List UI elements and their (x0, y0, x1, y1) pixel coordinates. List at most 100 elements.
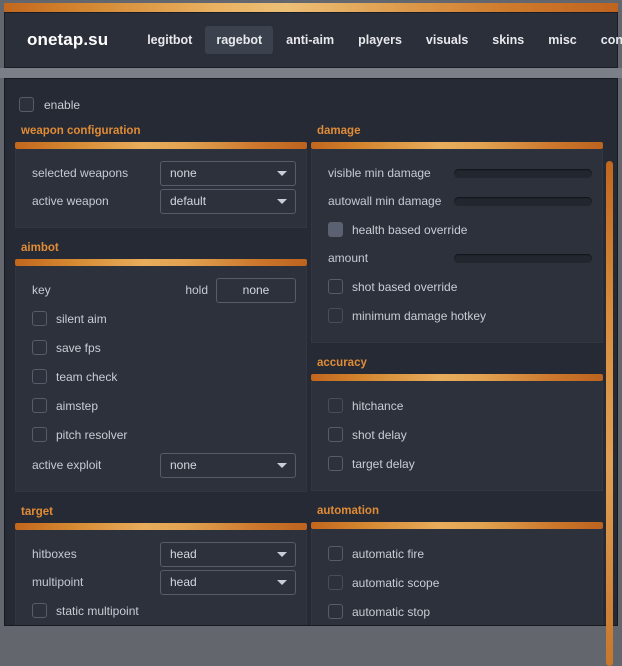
visible-min-damage-slider[interactable] (454, 168, 592, 178)
chevron-down-icon (277, 198, 287, 204)
shot-delay-checkbox[interactable] (328, 427, 343, 442)
row-aimbot-key: key hold none (26, 276, 296, 304)
active-exploit-dropdown[interactable]: none (160, 452, 296, 478)
aimbot-key-label: key (32, 283, 51, 297)
row-automatic-stop[interactable]: automatic stop (322, 597, 592, 625)
section-accent-bar (311, 522, 603, 529)
tab-ragebot[interactable]: ragebot (205, 26, 274, 54)
selected-weapons-dropdown[interactable]: none (160, 160, 296, 186)
section-accent-bar (15, 523, 307, 530)
pitch-resolver-checkbox[interactable] (32, 427, 47, 442)
row-silent-aim[interactable]: silent aim (26, 304, 296, 333)
section-weapon-configuration: weapon configuration selected weapons no… (15, 125, 307, 228)
section-target: target hitboxes head multipoint head sta… (15, 506, 307, 625)
section-title-accuracy: accuracy (317, 357, 367, 369)
row-active-exploit: active exploit none (26, 451, 296, 479)
section-body-weapon-configuration: selected weapons none active weapon defa… (15, 149, 307, 228)
row-shot-based-override[interactable]: shot based override (322, 272, 592, 301)
static-multipoint-checkbox[interactable] (32, 603, 47, 618)
scrollbar-thumb[interactable] (606, 161, 613, 666)
minimum-damage-hotkey-checkbox[interactable] (328, 308, 343, 323)
shot-delay-label: shot delay (352, 427, 407, 442)
selected-weapons-value: none (170, 166, 197, 180)
minimum-damage-hotkey-label: minimum damage hotkey (352, 308, 487, 323)
automatic-fire-checkbox[interactable] (328, 546, 343, 561)
autowall-min-damage-slider[interactable] (454, 196, 592, 206)
tab-misc[interactable]: misc (537, 26, 588, 54)
section-automation: automation automatic fire automatic scop… (311, 505, 603, 625)
active-weapon-label: active weapon (32, 194, 109, 208)
autowall-min-damage-label: autowall min damage (328, 194, 442, 208)
row-team-check[interactable]: team check (26, 362, 296, 391)
aimbot-key-bind-button[interactable]: none (216, 277, 296, 303)
onetap-cheat-window: onetap.su legitbot ragebot anti-aim play… (0, 0, 622, 666)
section-accuracy: accuracy hitchance shot delay target del… (311, 357, 603, 491)
section-accent-bar (311, 142, 603, 149)
health-based-override-label: health based override (352, 222, 468, 237)
row-health-based-override[interactable]: health based override (322, 215, 592, 244)
top-accent-bar (4, 3, 618, 12)
amount-label: amount (328, 251, 369, 265)
team-check-checkbox[interactable] (32, 369, 47, 384)
pitch-resolver-label: pitch resolver (56, 427, 128, 442)
hitboxes-value: head (170, 547, 197, 561)
save-fps-checkbox[interactable] (32, 340, 47, 355)
hitboxes-dropdown[interactable]: head (160, 541, 296, 567)
row-static-multipoint[interactable]: static multipoint (26, 596, 296, 625)
row-target-delay[interactable]: target delay (322, 449, 592, 478)
automatic-scope-label: automatic scope (352, 575, 440, 590)
target-delay-checkbox[interactable] (328, 456, 343, 471)
team-check-label: team check (56, 369, 118, 384)
target-delay-label: target delay (352, 456, 415, 471)
aimbot-key-mode-label[interactable]: hold (185, 283, 208, 297)
hitchance-checkbox[interactable] (328, 398, 343, 413)
tab-skins[interactable]: skins (481, 26, 535, 54)
row-shot-delay[interactable]: shot delay (322, 420, 592, 449)
automatic-stop-checkbox[interactable] (328, 604, 343, 619)
active-weapon-value: default (170, 194, 207, 208)
silent-aim-checkbox[interactable] (32, 311, 47, 326)
settings-columns: weapon configuration selected weapons no… (5, 79, 617, 625)
chevron-down-icon (277, 170, 287, 176)
save-fps-label: save fps (56, 340, 101, 355)
chevron-down-icon (277, 579, 287, 585)
aimstep-checkbox[interactable] (32, 398, 47, 413)
shot-based-override-checkbox[interactable] (328, 279, 343, 294)
automatic-scope-checkbox[interactable] (328, 575, 343, 590)
row-automatic-scope[interactable]: automatic scope (322, 568, 592, 597)
tab-config[interactable]: config (590, 26, 622, 54)
health-based-override-checkbox[interactable] (328, 222, 343, 237)
section-damage: damage visible min damage autowall min d… (311, 125, 603, 343)
section-body-damage: visible min damage autowall min damage h… (311, 149, 603, 343)
aimbot-key-value: none (242, 283, 270, 297)
row-automatic-fire[interactable]: automatic fire (322, 539, 592, 568)
right-column: damage visible min damage autowall min d… (311, 125, 603, 625)
row-hitchance[interactable]: hitchance (322, 391, 592, 420)
row-selected-weapons: selected weapons none (26, 159, 296, 187)
visible-min-damage-label: visible min damage (328, 166, 431, 180)
row-minimum-damage-hotkey[interactable]: minimum damage hotkey (322, 301, 592, 330)
left-column: weapon configuration selected weapons no… (15, 125, 307, 625)
navbar: onetap.su legitbot ragebot anti-aim play… (4, 12, 622, 68)
nav-tabs: legitbot ragebot anti-aim players visual… (136, 26, 622, 54)
amount-slider[interactable] (454, 253, 592, 263)
tab-legitbot[interactable]: legitbot (136, 26, 203, 54)
window-separator-band (0, 68, 622, 78)
multipoint-value: head (170, 575, 197, 589)
row-autowall-min-damage: autowall min damage (322, 187, 592, 215)
row-aimstep[interactable]: aimstep (26, 391, 296, 420)
section-title-weapon-configuration: weapon configuration (21, 125, 141, 137)
tab-players[interactable]: players (347, 26, 413, 54)
tab-anti-aim[interactable]: anti-aim (275, 26, 345, 54)
row-pitch-resolver[interactable]: pitch resolver (26, 420, 296, 449)
row-multipoint: multipoint head (26, 568, 296, 596)
section-aimbot: aimbot key hold none silent aim save fps… (15, 242, 307, 492)
row-save-fps[interactable]: save fps (26, 333, 296, 362)
section-accent-bar (311, 374, 603, 381)
tab-visuals[interactable]: visuals (415, 26, 479, 54)
row-active-weapon: active weapon default (26, 187, 296, 215)
multipoint-dropdown[interactable]: head (160, 569, 296, 595)
section-title-automation: automation (317, 505, 379, 517)
active-weapon-dropdown[interactable]: default (160, 188, 296, 214)
scrollbar-track[interactable] (606, 80, 618, 666)
